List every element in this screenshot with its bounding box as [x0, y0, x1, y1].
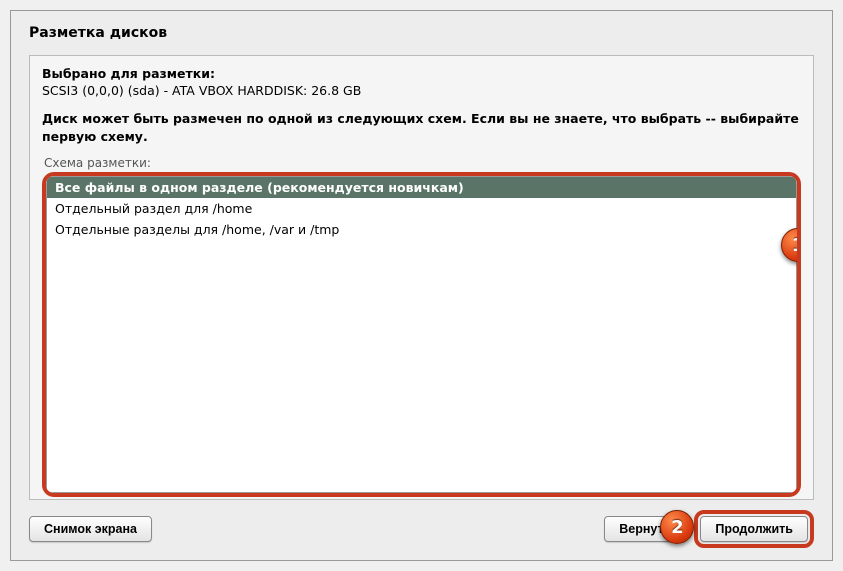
continue-highlight: Продолжить 2	[694, 510, 814, 548]
button-row: Снимок экрана Вернуть Продолжить 2	[29, 510, 814, 548]
screenshot-button[interactable]: Снимок экрана	[29, 516, 152, 542]
selected-label: Выбрано для разметки:	[42, 66, 801, 81]
scheme-option-all-one-partition[interactable]: Все файлы в одном разделе (рекомендуется…	[47, 177, 796, 198]
description-text: Диск может быть размечен по одной из сле…	[42, 110, 801, 146]
scheme-option-separate-home-var-tmp[interactable]: Отдельные разделы для /home, /var и /tmp	[47, 219, 796, 240]
right-button-group: Вернуть Продолжить 2	[604, 510, 814, 548]
scheme-label: Схема разметки:	[44, 156, 801, 170]
scheme-list-highlight: Все файлы в одном разделе (рекомендуется…	[42, 172, 801, 497]
scheme-option-separate-home[interactable]: Отдельный раздел для /home	[47, 198, 796, 219]
continue-button[interactable]: Продолжить	[700, 516, 808, 542]
disk-info: SCSI3 (0,0,0) (sda) - ATA VBOX HARDDISK:…	[42, 83, 801, 98]
partition-window: Разметка дисков Выбрано для разметки: SC…	[10, 10, 833, 561]
annotation-badge-2: 2	[660, 510, 694, 544]
content-frame: Выбрано для разметки: SCSI3 (0,0,0) (sda…	[29, 55, 814, 500]
page-title: Разметка дисков	[29, 25, 814, 41]
scheme-list: Все файлы в одном разделе (рекомендуется…	[46, 176, 797, 493]
